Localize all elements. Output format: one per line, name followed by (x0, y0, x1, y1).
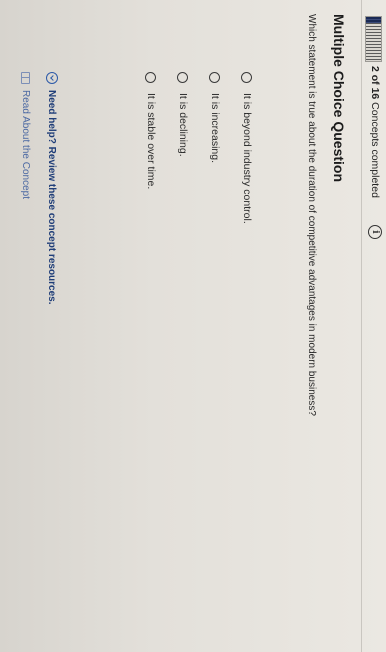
book-icon (21, 72, 30, 84)
read-concept-link[interactable]: Read About the Concept (20, 72, 31, 199)
answer-option-label: It is stable over time. (145, 93, 157, 190)
answer-option-label: It is beyond industry control. (241, 93, 253, 224)
answer-option-label: It is declining. (177, 93, 189, 157)
read-concept-label[interactable]: Read About the Concept (20, 90, 31, 199)
help-link[interactable]: Need help? Review these concept resource… (47, 90, 58, 305)
progress-bar (365, 16, 382, 62)
answer-option[interactable]: It is increasing. (199, 72, 231, 224)
chevron-down-icon (46, 72, 58, 84)
radio-button[interactable] (241, 72, 253, 83)
answer-option[interactable]: It is stable over time. (135, 72, 167, 224)
question-title: Multiple Choice Question (331, 14, 347, 183)
progress-count: 2 of 16 (369, 66, 381, 100)
progress-bar-fill (366, 17, 381, 23)
progress-header: 2 of 16 Concepts completed i (361, 0, 386, 652)
radio-button[interactable] (145, 72, 157, 83)
question-text: Which statement is true about the durati… (306, 14, 317, 416)
progress-label: Concepts completed (369, 99, 381, 198)
answer-option[interactable]: It is beyond industry control. (231, 72, 263, 224)
answer-option[interactable]: It is declining. (167, 72, 199, 224)
answer-options: It is beyond industry control. It is inc… (135, 72, 263, 224)
question-card: Multiple Choice Question Which statement… (0, 0, 361, 652)
help-toggle[interactable]: Need help? Review these concept resource… (46, 72, 58, 305)
answer-option-label: It is increasing. (209, 93, 221, 164)
radio-button[interactable] (177, 72, 189, 83)
info-icon[interactable]: i (368, 225, 382, 239)
screen-content: 2 of 16 Concepts completed i Multiple Ch… (0, 0, 386, 652)
progress-text: 2 of 16 Concepts completed (369, 66, 381, 198)
radio-button[interactable] (209, 72, 221, 83)
